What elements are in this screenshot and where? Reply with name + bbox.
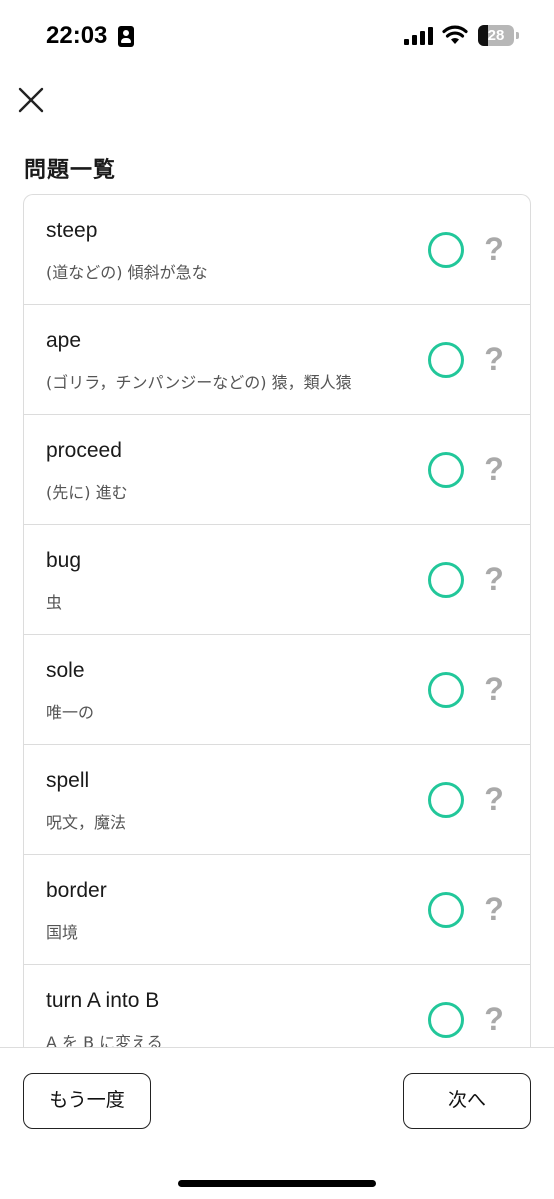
question-list[interactable]: steep (道などの) 傾斜が急な? ape (ゴリラ，チンパンジーなどの) 猿，類… <box>23 194 531 1054</box>
question-mark-icon[interactable]: ? <box>480 779 508 819</box>
question-mark-icon[interactable]: ? <box>480 229 508 269</box>
word-text: proceed <box>46 439 122 462</box>
meaning-text: 国境 <box>46 923 79 942</box>
wifi-icon <box>442 25 468 44</box>
word-text: border <box>46 879 107 902</box>
correct-circle-icon[interactable] <box>428 782 464 818</box>
correct-circle-icon[interactable] <box>428 562 464 598</box>
word-text: ape <box>46 329 82 352</box>
meaning-text: (先に) 進む <box>46 483 128 502</box>
meaning-text: (道などの) 傾斜が急な <box>46 263 208 282</box>
battery-percent: 28 <box>487 27 505 44</box>
correct-circle-icon[interactable] <box>428 232 464 268</box>
correct-circle-icon[interactable] <box>428 892 464 928</box>
meaning-text: (ゴリラ，チンパンジーなどの) 猿，類人猿 <box>46 373 352 392</box>
list-item[interactable]: border 国境? <box>24 855 530 965</box>
question-mark-icon[interactable]: ? <box>480 889 508 929</box>
person-id-icon <box>118 26 134 47</box>
correct-circle-icon[interactable] <box>428 1002 464 1038</box>
signal-icon <box>404 27 433 45</box>
word-text: sole <box>46 659 85 682</box>
correct-circle-icon[interactable] <box>428 452 464 488</box>
page-title: 問題一覧 <box>24 158 117 183</box>
word-text: steep <box>46 219 98 242</box>
list-item[interactable]: bug 虫? <box>24 525 530 635</box>
word-text: spell <box>46 769 90 792</box>
question-mark-icon[interactable]: ? <box>480 449 508 489</box>
meaning-text: 呪文，魔法 <box>46 813 127 832</box>
status-bar: 22:03 28 <box>0 0 554 70</box>
correct-circle-icon[interactable] <box>428 342 464 378</box>
battery-icon: 28 <box>478 25 514 46</box>
status-time: 22:03 <box>46 22 108 49</box>
question-mark-icon[interactable]: ? <box>480 999 508 1039</box>
question-mark-icon[interactable]: ? <box>480 339 508 379</box>
word-text: bug <box>46 549 82 572</box>
footer: もう一度 次へ <box>0 1047 554 1199</box>
close-icon[interactable] <box>14 83 48 117</box>
correct-circle-icon[interactable] <box>428 672 464 708</box>
retry-button[interactable]: もう一度 <box>23 1073 151 1129</box>
word-text: turn A into B <box>46 989 160 1012</box>
battery-tip <box>516 32 519 39</box>
list-item[interactable]: sole 唯一の? <box>24 635 530 745</box>
list-item[interactable]: ape (ゴリラ，チンパンジーなどの) 猿，類人猿? <box>24 305 530 415</box>
list-item[interactable]: turn A into BA を B に変える? <box>24 965 530 1054</box>
question-mark-icon[interactable]: ? <box>480 669 508 709</box>
list-item[interactable]: steep (道などの) 傾斜が急な? <box>24 195 530 305</box>
question-mark-icon[interactable]: ? <box>480 559 508 599</box>
list-item[interactable]: proceed (先に) 進む? <box>24 415 530 525</box>
meaning-text: 唯一の <box>46 703 95 722</box>
meaning-text: 虫 <box>46 593 63 612</box>
next-button[interactable]: 次へ <box>403 1073 531 1129</box>
list-item[interactable]: spell 呪文，魔法? <box>24 745 530 855</box>
home-indicator <box>178 1180 376 1187</box>
